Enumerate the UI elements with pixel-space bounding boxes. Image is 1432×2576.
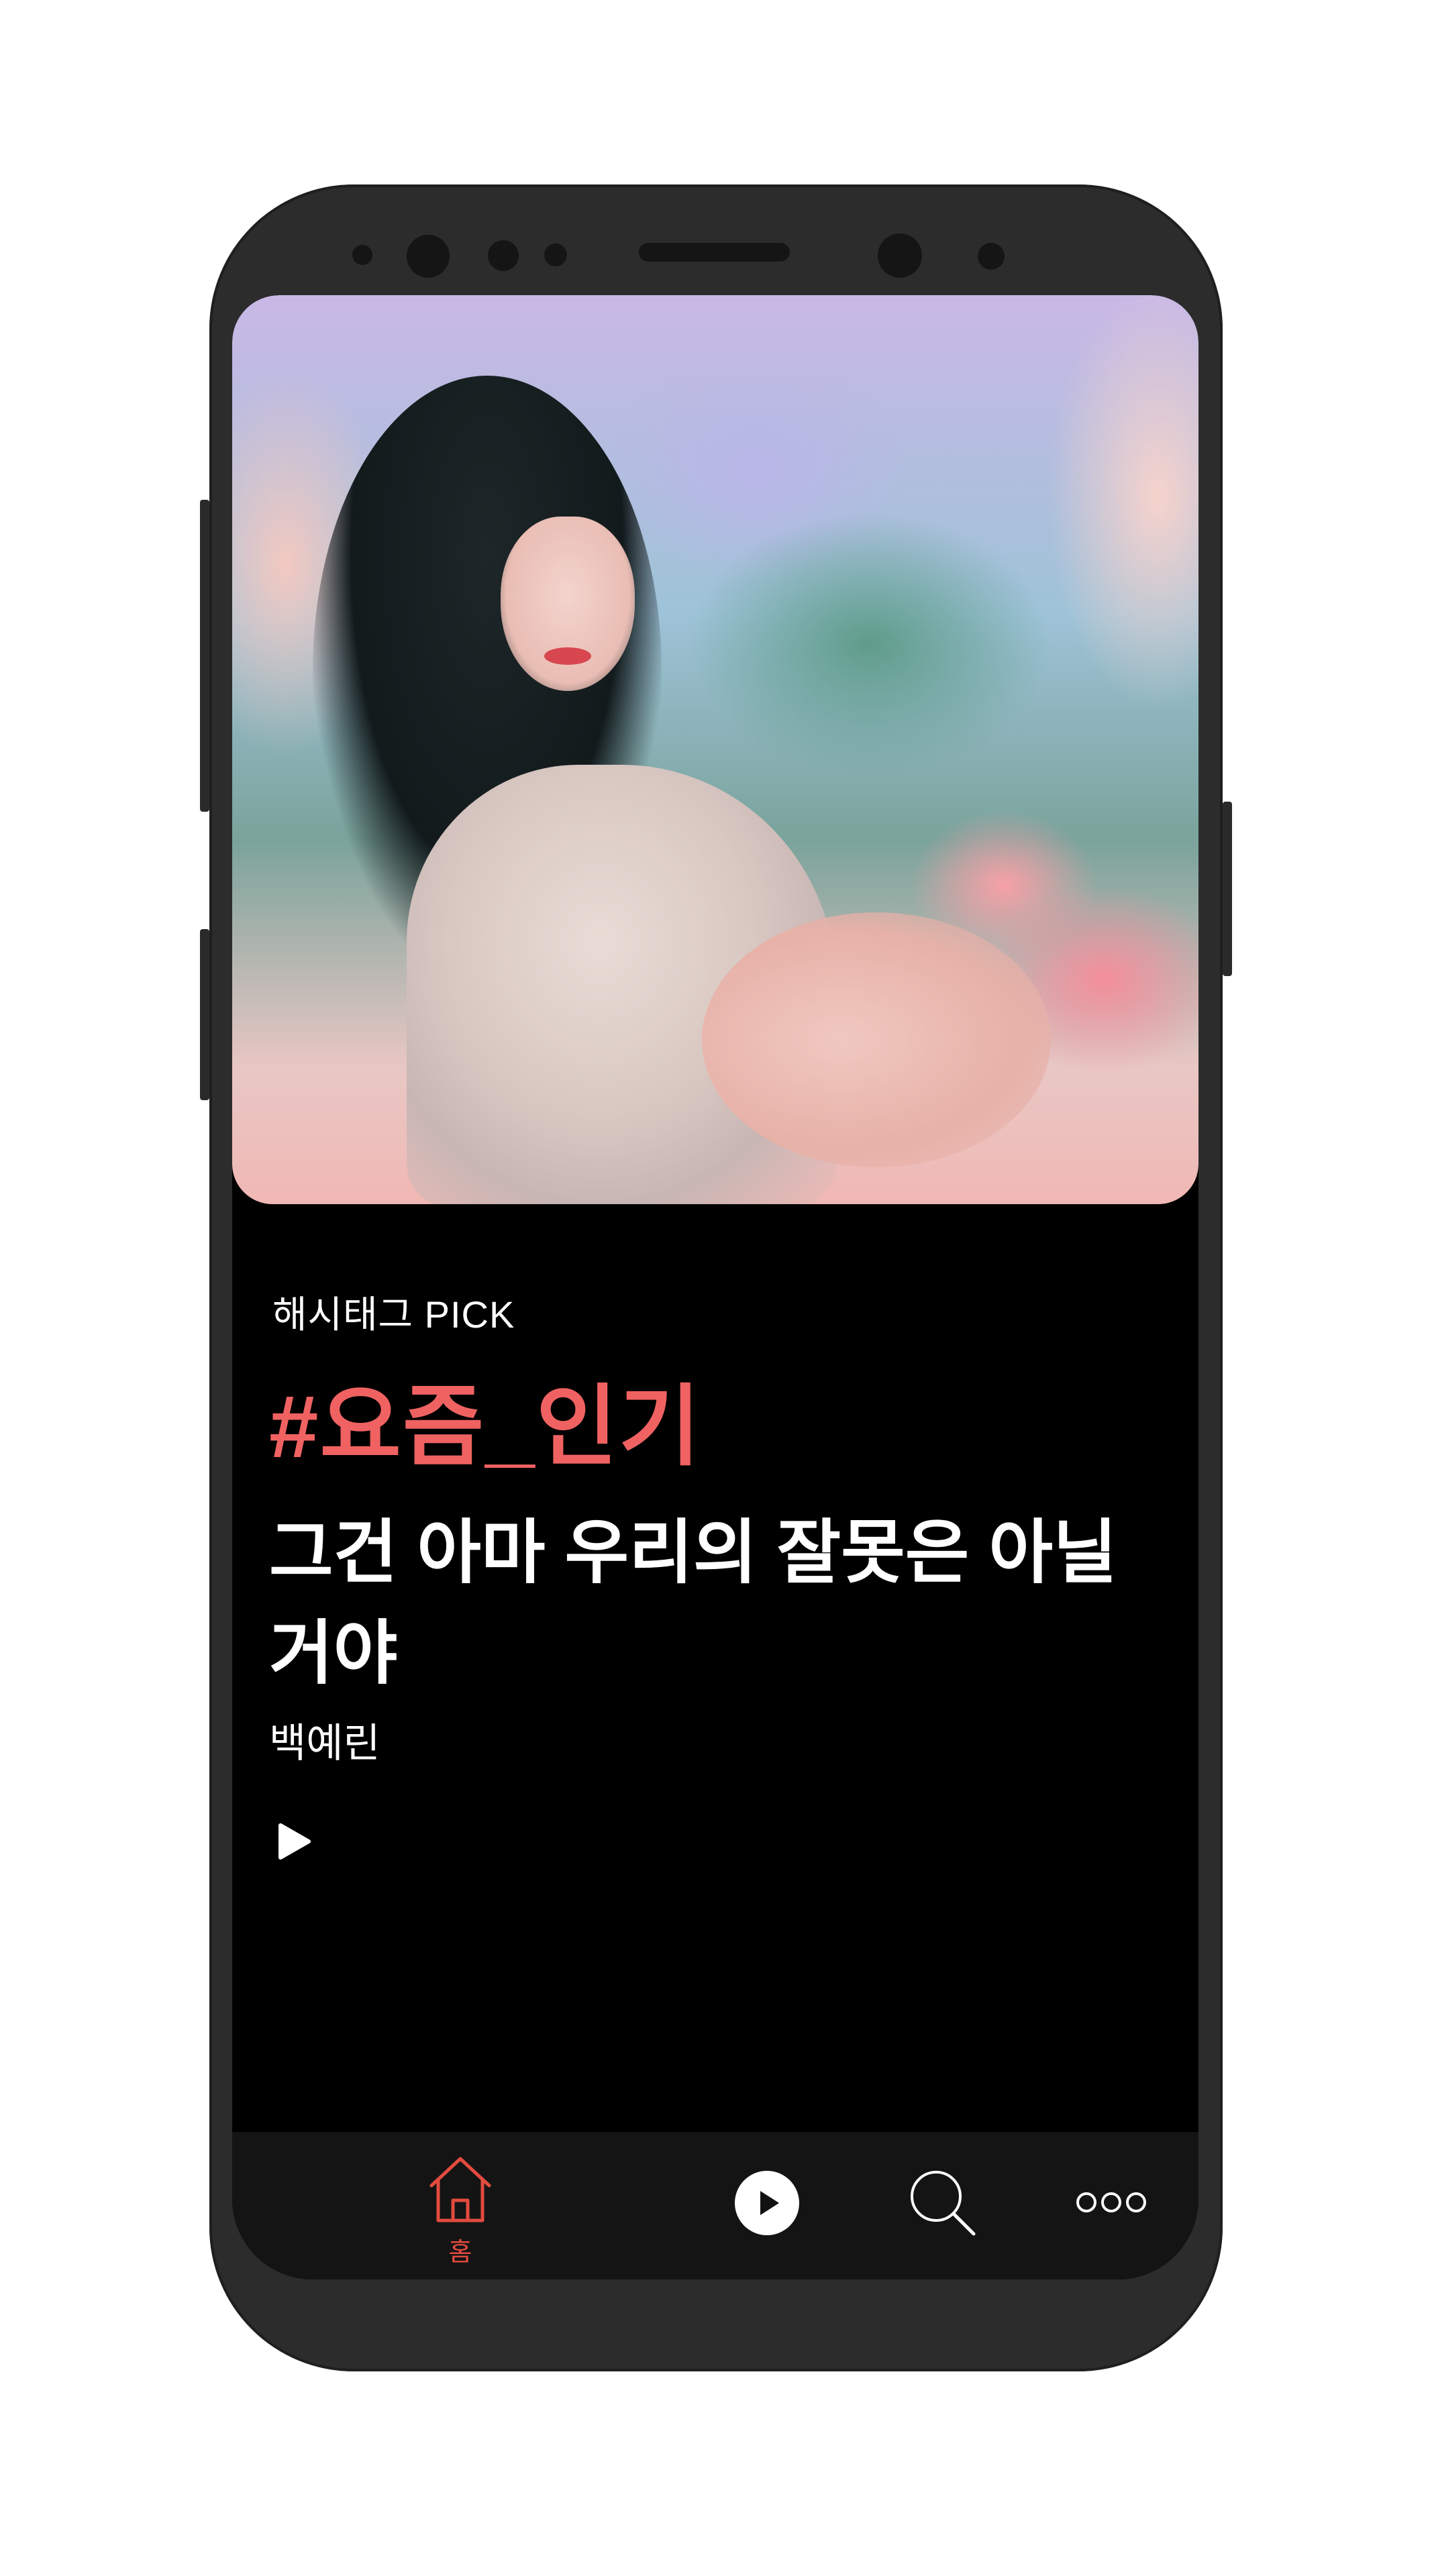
- play-triangle-icon: [278, 1823, 311, 1860]
- bottom-nav: 홈: [232, 2132, 1198, 2279]
- front-camera: [878, 233, 922, 278]
- cover-art-detail: [501, 517, 635, 691]
- play-button[interactable]: [274, 1821, 314, 1862]
- volume-button: [200, 500, 209, 812]
- earpiece-speaker: [639, 243, 790, 262]
- play-circle-icon: [735, 2171, 799, 2235]
- sensor-dot: [488, 240, 519, 271]
- cover-art-detail: [702, 912, 1051, 1167]
- power-button: [1223, 802, 1232, 976]
- more-dots-icon: [1076, 2192, 1146, 2212]
- artist-name[interactable]: 백예린: [269, 1711, 380, 1769]
- nav-play-button[interactable]: [733, 2169, 801, 2237]
- mockup-stage: 해시태그 PICK #요즘_인기 그건 아마 우리의 잘못은 아닐 거야 백예린…: [0, 0, 1432, 2576]
- sensor-dot: [352, 245, 372, 265]
- nav-home-tab[interactable]: 홈: [423, 2151, 497, 2267]
- song-title[interactable]: 그건 아마 우리의 잘못은 아닐 거야: [269, 1503, 1162, 1704]
- album-cover[interactable]: [232, 295, 1198, 1204]
- front-camera: [407, 235, 450, 278]
- nav-home-label: 홈: [448, 2239, 472, 2267]
- sensor-dot: [978, 243, 1005, 270]
- home-icon: [429, 2157, 491, 2222]
- nav-more-button[interactable]: [1074, 2186, 1148, 2219]
- section-caption: 해시태그 PICK: [272, 1293, 515, 1336]
- hashtag-title[interactable]: #요즘_인기: [269, 1355, 702, 1483]
- sensor-dot: [544, 244, 567, 266]
- search-icon: [911, 2171, 976, 2236]
- side-button: [200, 929, 209, 1100]
- cover-art-detail: [544, 647, 591, 665]
- app-screen: 해시태그 PICK #요즘_인기 그건 아마 우리의 잘못은 아닐 거야 백예린…: [232, 295, 1198, 2279]
- nav-search-button[interactable]: [905, 2165, 979, 2239]
